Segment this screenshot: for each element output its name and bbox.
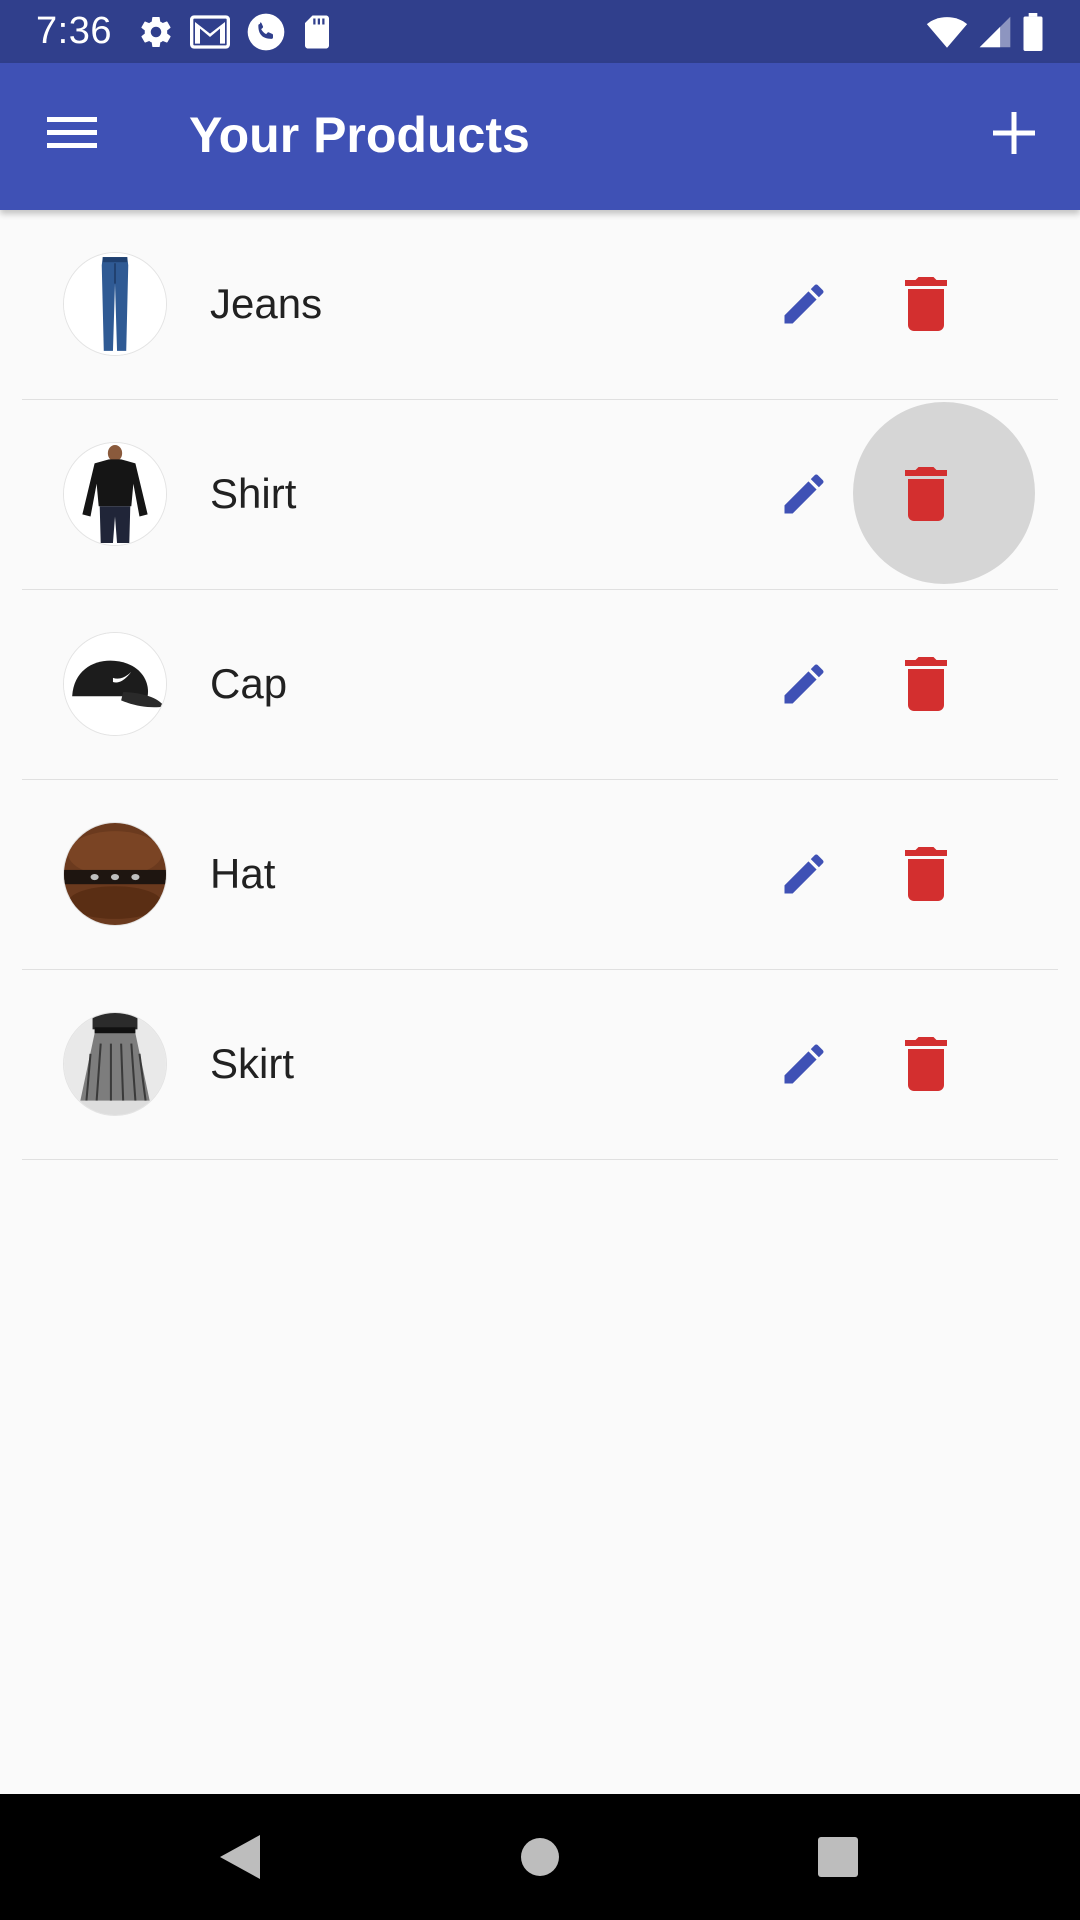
edit-button[interactable] — [764, 264, 844, 344]
edit-button[interactable] — [764, 1024, 844, 1104]
wifi-icon — [926, 17, 968, 48]
product-name: Jeans — [210, 280, 323, 327]
delete-button[interactable] — [886, 264, 966, 344]
back-icon — [220, 1835, 260, 1879]
edit-button[interactable] — [764, 644, 844, 724]
product-row[interactable]: Shirt — [22, 400, 1058, 590]
status-system-icons — [926, 12, 1044, 52]
delete-button[interactable] — [886, 834, 966, 914]
edit-icon — [784, 284, 824, 324]
back-button[interactable] — [210, 1827, 270, 1887]
status-time: 7:36 — [36, 10, 112, 52]
add-icon — [993, 112, 1035, 154]
recents-icon — [818, 1837, 858, 1877]
home-icon — [521, 1838, 559, 1876]
delete-button[interactable] — [886, 644, 966, 724]
delete-icon — [905, 847, 947, 901]
delete-icon — [905, 467, 947, 521]
edit-icon — [784, 664, 824, 704]
status-bar: 7:36 — [0, 0, 1080, 63]
page-title: Your Products — [189, 107, 530, 163]
phone-call-icon — [247, 13, 285, 51]
edit-button[interactable] — [764, 834, 844, 914]
battery-icon — [1023, 13, 1043, 51]
product-image-hat — [63, 822, 167, 926]
cell-signal-icon — [979, 16, 1011, 48]
add-product-button[interactable] — [974, 93, 1054, 173]
product-image-cap — [63, 632, 167, 736]
delete-button[interactable] — [886, 454, 966, 534]
product-name: Shirt — [210, 470, 297, 517]
screen: 7:36 Your Products Jeans Shirt Cap Hat S… — [0, 0, 1080, 1920]
product-row[interactable]: Hat — [22, 780, 1058, 970]
edit-icon — [784, 474, 824, 514]
delete-icon — [905, 277, 947, 331]
product-list: Jeans Shirt Cap Hat Skirt — [0, 210, 1080, 1160]
product-row[interactable]: Jeans — [22, 210, 1058, 400]
status-notifications — [138, 12, 332, 52]
home-button[interactable] — [510, 1827, 570, 1887]
sd-card-icon — [305, 15, 329, 49]
delete-icon — [905, 657, 947, 711]
gmail-icon — [190, 15, 230, 49]
navigation-bar — [0, 1794, 1080, 1920]
menu-button[interactable] — [33, 93, 113, 173]
delete-icon — [905, 1037, 947, 1091]
product-image-jeans — [63, 252, 167, 356]
product-name: Skirt — [210, 1040, 294, 1087]
settings-icon — [141, 17, 171, 48]
edit-icon — [784, 1044, 824, 1084]
edit-button[interactable] — [764, 454, 844, 534]
app-bar: Your Products — [0, 63, 1080, 210]
product-name: Hat — [210, 850, 276, 897]
product-row[interactable]: Skirt — [22, 970, 1058, 1160]
product-image-shirt — [63, 442, 167, 546]
recents-button[interactable] — [808, 1827, 868, 1887]
edit-icon — [784, 854, 824, 894]
product-name: Cap — [210, 660, 288, 707]
product-row[interactable]: Cap — [22, 590, 1058, 780]
menu-icon — [47, 117, 97, 148]
product-image-skirt — [63, 1012, 167, 1116]
delete-button[interactable] — [886, 1024, 966, 1104]
